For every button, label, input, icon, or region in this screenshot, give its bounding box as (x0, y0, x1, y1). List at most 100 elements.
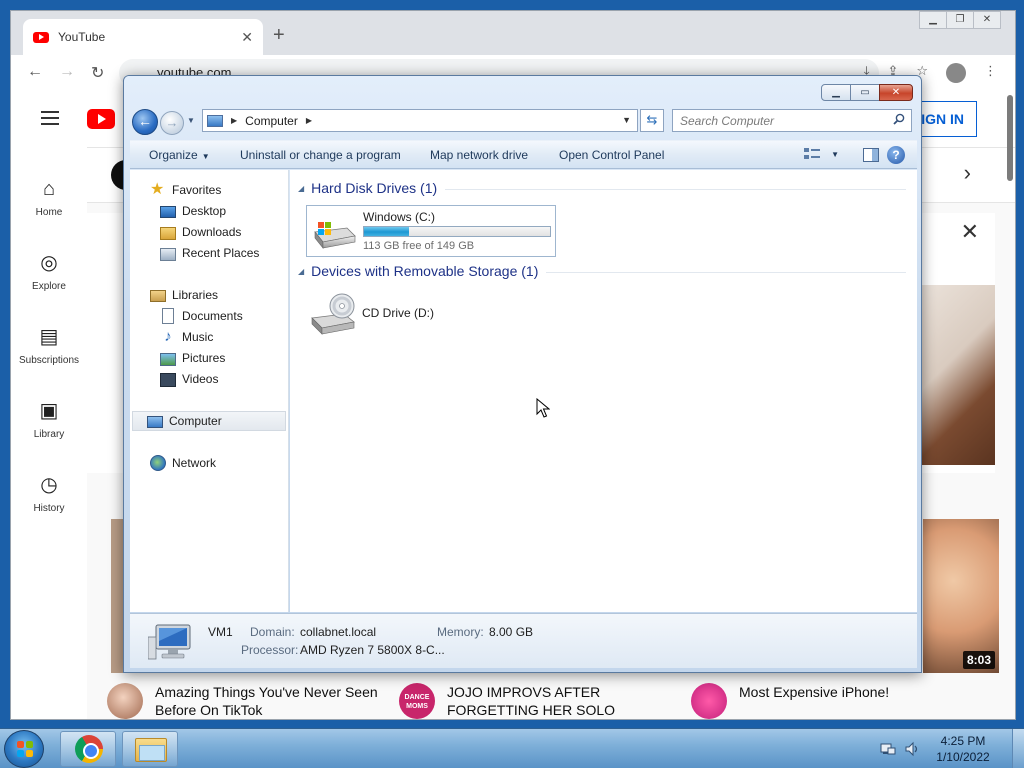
video-item[interactable]: Amazing Things You've Never Seen Before … (107, 683, 395, 719)
close-icon[interactable]: ✕ (879, 84, 913, 101)
network-icon (150, 455, 166, 471)
page-scrollbar[interactable] (1007, 95, 1013, 181)
nav-label: Downloads (182, 225, 242, 239)
nav-item-pictures[interactable]: Pictures (160, 348, 225, 368)
drive-free-space: 113 GB free of 149 GB (363, 240, 475, 252)
video-thumbnail[interactable]: 8:03 (923, 519, 999, 673)
collapse-triangle-icon[interactable]: ◢ (298, 267, 304, 276)
video-title[interactable]: Amazing Things You've Never Seen Before … (155, 683, 395, 719)
collapse-triangle-icon[interactable]: ◢ (298, 184, 304, 193)
chevron-right-icon[interactable]: ▶ (306, 116, 312, 125)
guide-item-home[interactable]: ⌂ Home (11, 177, 87, 218)
video-title[interactable]: JOJO IMPROVS AFTER FORGETTING HER SOLO (447, 683, 687, 719)
nav-label: Desktop (182, 204, 227, 218)
minimize-icon[interactable]: ▁ (821, 84, 851, 101)
open-control-panel-button[interactable]: Open Control Panel (559, 148, 664, 162)
nav-label: Pictures (182, 351, 226, 365)
clock[interactable]: 4:25 PM 1/10/2022 (928, 733, 998, 765)
kebab-menu-icon[interactable]: ⋮ (984, 63, 997, 83)
chevron-right-icon[interactable]: ▶ (231, 116, 237, 125)
close-icon[interactable]: ✕ (973, 11, 1001, 29)
computer-name: VM1 (208, 625, 233, 639)
search-input[interactable] (673, 110, 883, 131)
drive-c-tile[interactable]: Windows (C:) 113 GB free of 149 GB (306, 205, 556, 257)
channel-avatar[interactable] (107, 683, 143, 719)
guide-label: Subscriptions (18, 355, 80, 366)
nav-item-network[interactable]: Network (150, 453, 216, 473)
compass-icon: ◎ (40, 252, 58, 274)
minimize-icon[interactable]: ▁ (919, 11, 947, 29)
group-divider (546, 271, 906, 273)
taskbar-chrome-button[interactable] (60, 731, 116, 767)
guide-item-subscriptions[interactable]: ▤ Subscriptions (11, 325, 87, 366)
restore-icon[interactable]: ❐ (946, 11, 974, 29)
group-header-hard-disk-drives[interactable]: ◢ Hard Disk Drives (1) (298, 180, 906, 196)
channel-avatar[interactable]: DANCE MOMS (399, 683, 435, 719)
taskbar: 4:25 PM 1/10/2022 (0, 728, 1024, 768)
drive-usage-fill (364, 227, 409, 236)
recent-pages-dropdown-icon[interactable]: ▼ (187, 116, 195, 125)
nav-item-videos[interactable]: Videos (160, 369, 218, 389)
computer-icon (207, 114, 223, 127)
nav-item-recent-places[interactable]: Recent Places (160, 243, 259, 263)
video-item[interactable]: DANCE MOMS JOJO IMPROVS AFTER FORGETTING… (399, 683, 687, 719)
nav-item-desktop[interactable]: Desktop (160, 201, 226, 221)
organize-button[interactable]: Organize ▼ (149, 148, 210, 162)
guide-item-history[interactable]: ◷ History (11, 473, 87, 514)
nav-item-favorites[interactable]: ★ Favorites (150, 180, 221, 200)
close-icon[interactable]: ✕ (961, 219, 979, 245)
forward-arrow-icon[interactable]: → (160, 111, 184, 135)
map-network-drive-button[interactable]: Map network drive (430, 148, 528, 162)
group-header-removable-storage[interactable]: ◢ Devices with Removable Storage (1) (298, 263, 906, 279)
search-box[interactable] (672, 109, 912, 132)
maximize-icon[interactable]: ▭ (850, 84, 880, 101)
youtube-tab[interactable]: YouTube ✕ (23, 19, 263, 55)
forward-arrow-icon[interactable]: → (59, 63, 75, 81)
guide-item-library[interactable]: ▣ Library (11, 399, 87, 440)
hamburger-menu-icon[interactable] (41, 111, 59, 125)
uninstall-program-button[interactable]: Uninstall or change a program (240, 148, 401, 162)
video-thumbnail[interactable] (111, 519, 123, 673)
start-button[interactable] (4, 730, 44, 768)
search-icon[interactable] (893, 113, 905, 125)
youtube-guide: ⌂ Home ◎ Explore ▤ Subscriptions ▣ Libra… (11, 147, 87, 719)
nav-item-computer[interactable]: Computer (132, 411, 286, 431)
profile-avatar-icon[interactable] (946, 63, 966, 83)
guide-label: Explore (32, 281, 66, 292)
help-icon[interactable]: ? (887, 146, 905, 164)
nav-item-libraries[interactable]: Libraries (150, 285, 218, 305)
taskbar-explorer-button[interactable] (122, 731, 178, 767)
refresh-icon[interactable]: ⇆ (640, 109, 664, 132)
back-arrow-icon[interactable]: ← (132, 109, 158, 135)
nav-item-downloads[interactable]: Downloads (160, 222, 241, 242)
channel-avatar[interactable] (691, 683, 727, 719)
address-dropdown-icon[interactable]: ▼ (622, 115, 631, 125)
libraries-icon (150, 290, 166, 302)
nav-label: Favorites (172, 183, 222, 197)
hard-drive-icon (314, 222, 356, 249)
breadcrumb-computer[interactable]: Computer (245, 114, 298, 128)
chevron-right-icon[interactable]: › (964, 160, 971, 186)
video-item[interactable]: Most Expensive iPhone! (691, 683, 979, 719)
new-tab-icon[interactable]: + (273, 25, 285, 45)
video-title[interactable]: Most Expensive iPhone! (739, 683, 979, 719)
organize-label: Organize (149, 148, 198, 162)
network-icon[interactable] (880, 741, 896, 757)
nav-item-documents[interactable]: Documents (160, 306, 243, 326)
group-title: Hard Disk Drives (1) (311, 180, 438, 196)
volume-icon[interactable] (904, 741, 920, 757)
nav-item-music[interactable]: ♪ Music (160, 327, 213, 347)
tab-close-icon[interactable]: ✕ (241, 29, 253, 46)
domain-label: Domain: (250, 625, 295, 639)
change-view-button[interactable]: ▼ (803, 147, 839, 161)
guide-item-explore[interactable]: ◎ Explore (11, 251, 87, 292)
youtube-logo-icon[interactable] (87, 109, 115, 129)
address-bar[interactable]: ▶ Computer ▶ ▼ (202, 109, 638, 132)
show-desktop-button[interactable] (1012, 729, 1024, 768)
preview-pane-icon[interactable] (863, 148, 879, 162)
nav-label: Videos (182, 372, 219, 386)
reload-icon[interactable]: ↻ (91, 63, 104, 83)
duration-badge: 8:03 (962, 651, 995, 669)
back-arrow-icon[interactable]: ← (27, 63, 43, 81)
drive-d-tile[interactable]: CD Drive (D:) (306, 288, 506, 336)
